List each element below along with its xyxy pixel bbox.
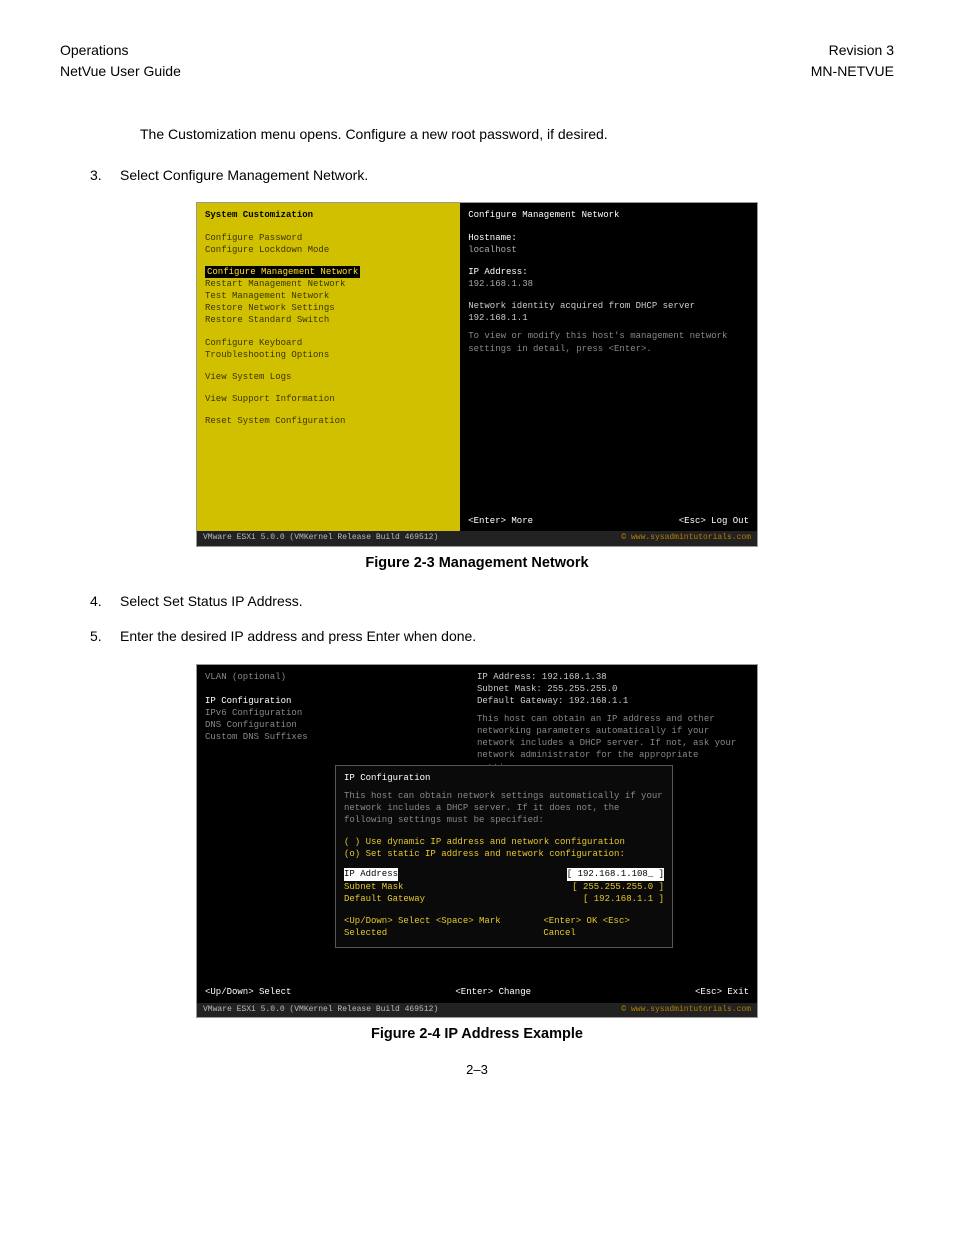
step-4-number: 4.	[90, 589, 120, 614]
vmware-footer: VMware ESXi 5.0.0 (VMKernel Release Buil…	[203, 533, 438, 544]
ip-label: IP Address:	[468, 266, 749, 278]
bottom-updown: <Up/Down> Select	[205, 986, 291, 998]
summary-gw: Default Gateway: 192.168.1.1	[477, 695, 749, 707]
intro-text: The Customization menu opens. Configure …	[140, 122, 894, 147]
credit-text: © www.sysadmintutorials.com	[621, 533, 751, 544]
header-right-2: MN-NETVUE	[811, 61, 894, 82]
field-gw-label: Default Gateway	[344, 893, 425, 905]
esc-key-hint: <Esc> Log Out	[679, 516, 749, 526]
hostname-value: localhost	[468, 244, 749, 256]
hostname-label: Hostname:	[468, 232, 749, 244]
left-dns-config[interactable]: DNS Configuration	[205, 719, 308, 731]
dialog-hint-left: <Up/Down> Select <Space> Mark Selected	[344, 915, 543, 939]
left-custom-dns[interactable]: Custom DNS Suffixes	[205, 731, 308, 743]
summary-ip: IP Address: 192.168.1.38	[477, 671, 749, 683]
option-dynamic[interactable]: ( ) Use dynamic IP address and network c…	[344, 836, 664, 848]
dialog-desc: This host can obtain network settings au…	[344, 790, 664, 826]
menu-restore-standard-switch[interactable]: Restore Standard Switch	[205, 314, 452, 326]
menu-configure-keyboard[interactable]: Configure Keyboard	[205, 337, 452, 349]
menu-configure-lockdown[interactable]: Configure Lockdown Mode	[205, 244, 452, 256]
left-ipv6-config[interactable]: IPv6 Configuration	[205, 707, 308, 719]
step-5-number: 5.	[90, 624, 120, 649]
field-mask-label: Subnet Mask	[344, 881, 403, 893]
menu-configure-password[interactable]: Configure Password	[205, 232, 452, 244]
hint-text: To view or modify this host's management…	[468, 330, 749, 354]
screenshot-system-customization: System Customization Configure Password …	[196, 202, 758, 547]
menu-restore-network-settings[interactable]: Restore Network Settings	[205, 302, 452, 314]
summary-mask: Subnet Mask: 255.255.255.0	[477, 683, 749, 695]
menu-view-system-logs[interactable]: View System Logs	[205, 371, 452, 383]
menu-configure-mgmt-network[interactable]: Configure Management Network	[205, 266, 360, 278]
bottom-esc: <Esc> Exit	[695, 986, 749, 998]
dialog-hint-right: <Enter> OK <Esc> Cancel	[543, 915, 664, 939]
vmware-footer-2: VMware ESXi 5.0.0 (VMKernel Release Buil…	[203, 1005, 438, 1016]
menu-restart-mgmt-network[interactable]: Restart Management Network	[205, 278, 452, 290]
field-mask-value[interactable]: [ 255.255.255.0 ]	[572, 881, 664, 893]
header-left-1: Operations	[60, 40, 181, 61]
left-panel-title: System Customization	[205, 209, 452, 221]
screenshot-ip-configuration: VLAN (optional) IP Configuration IPv6 Co…	[196, 664, 758, 1019]
step-3-number: 3.	[90, 163, 120, 188]
identity-text: Network identity acquired from DHCP serv…	[468, 300, 749, 324]
bottom-enter: <Enter> Change	[455, 986, 531, 998]
left-ip-config[interactable]: IP Configuration	[205, 695, 308, 707]
step-5-text: Enter the desired IP address and press E…	[120, 624, 476, 649]
header-left-2: NetVue User Guide	[60, 61, 181, 82]
menu-reset-system-config[interactable]: Reset System Configuration	[205, 415, 452, 427]
dialog-title: IP Configuration	[344, 772, 664, 784]
step-4-text: Select Set Status IP Address.	[120, 589, 303, 614]
option-static[interactable]: (o) Set static IP address and network co…	[344, 848, 664, 860]
credit-text-2: © www.sysadmintutorials.com	[621, 1005, 751, 1016]
right-panel-title: Configure Management Network	[468, 209, 749, 221]
figure-2-4-caption: Figure 2-4 IP Address Example	[60, 1026, 894, 1042]
page-number: 2–3	[60, 1062, 894, 1077]
field-ip-label: IP Address	[344, 868, 398, 880]
menu-view-support-info[interactable]: View Support Information	[205, 393, 452, 405]
field-gw-value[interactable]: [ 192.168.1.1 ]	[583, 893, 664, 905]
header-right-1: Revision 3	[811, 40, 894, 61]
ip-config-dialog: IP Configuration This host can obtain ne…	[335, 765, 673, 949]
step-3-text: Select Configure Management Network.	[120, 163, 368, 188]
menu-test-mgmt-network[interactable]: Test Management Network	[205, 290, 452, 302]
field-ip-value[interactable]: [ 192.168.1.108_ ]	[567, 868, 664, 880]
ip-value: 192.168.1.38	[468, 278, 749, 290]
figure-2-3-caption: Figure 2-3 Management Network	[60, 555, 894, 571]
left-vlan[interactable]: VLAN (optional)	[205, 671, 308, 683]
page-header: Operations NetVue User Guide Revision 3 …	[60, 40, 894, 82]
menu-troubleshooting-options[interactable]: Troubleshooting Options	[205, 349, 452, 361]
enter-key-hint: <Enter> More	[468, 516, 533, 526]
